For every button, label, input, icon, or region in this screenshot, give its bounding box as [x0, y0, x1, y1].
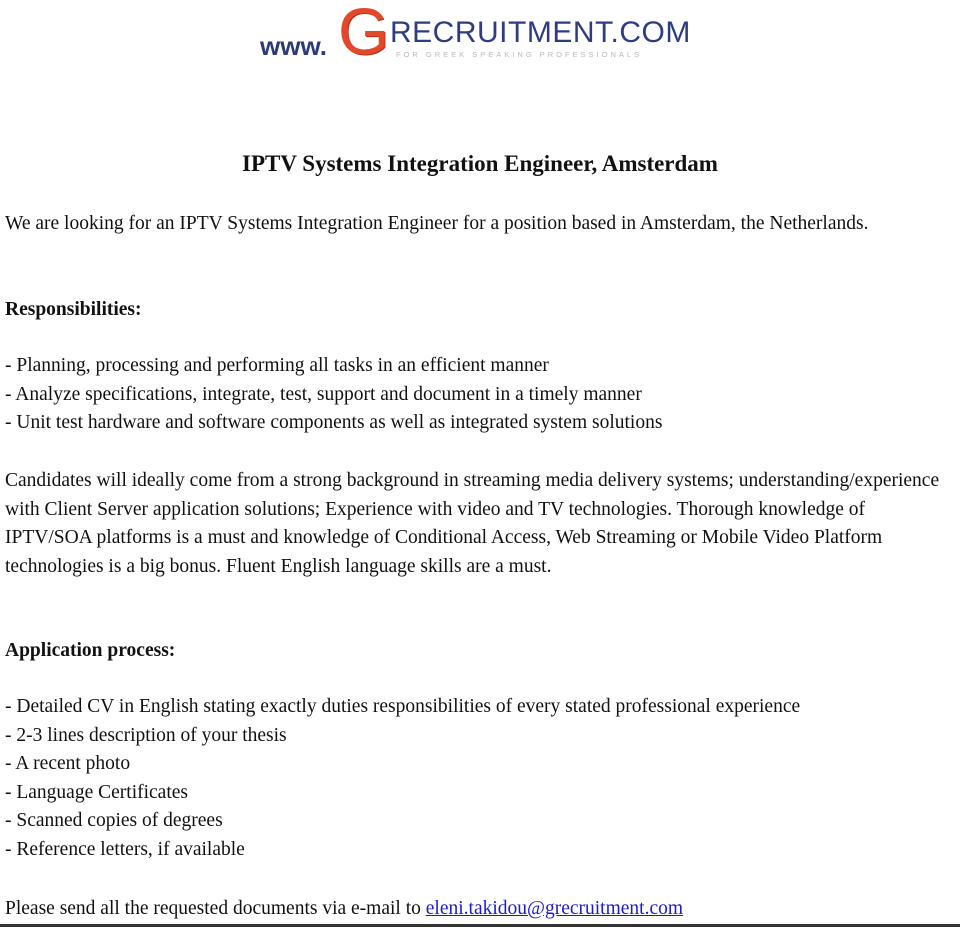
logo-tagline: FOR GREEK SPEAKING PROFESSIONALS [396, 50, 643, 59]
list-item: - A recent photo [5, 753, 131, 774]
page-title: IPTV Systems Integration Engineer, Amste… [242, 151, 718, 176]
list-item: - Reference letters, if available [5, 838, 245, 860]
logo-prefix: www. [260, 31, 327, 61]
list-item: - Planning, processing and performing al… [5, 355, 549, 376]
list-item: - Detailed CV in English stating exactly… [5, 696, 801, 717]
list-item: - Unit test hardware and software compon… [5, 412, 663, 433]
responsibilities-list: - Planning, processing and performing al… [5, 352, 662, 438]
footer-divider [0, 924, 960, 927]
company-logo: www. G RECRUITMENT.COM FOR GREEK SPEAKIN… [258, 0, 698, 64]
intro-paragraph: We are looking for an IPTV Systems Integ… [5, 213, 869, 234]
closing-text: Please send all the requested documents … [5, 898, 426, 919]
list-item: - 2-3 lines description of your thesis [5, 724, 287, 746]
list-item: - Analyze specifications, integrate, tes… [5, 383, 642, 405]
list-item: - Language Certificates [5, 781, 188, 803]
list-item: - Scanned copies of degrees [5, 810, 223, 831]
logo-big-letter: G [338, 0, 390, 68]
application-heading: Application process: [5, 640, 176, 661]
closing-paragraph: Please send all the requested documents … [5, 895, 683, 924]
email-link[interactable]: eleni.takidou@grecruitment.com [426, 898, 683, 919]
logo-wordmark: RECRUITMENT.COM [390, 16, 691, 49]
application-list: - Detailed CV in English stating exactly… [5, 693, 800, 864]
candidates-paragraph: Candidates will ideally come from a stro… [5, 470, 940, 577]
responsibilities-heading: Responsibilities: [5, 299, 142, 320]
